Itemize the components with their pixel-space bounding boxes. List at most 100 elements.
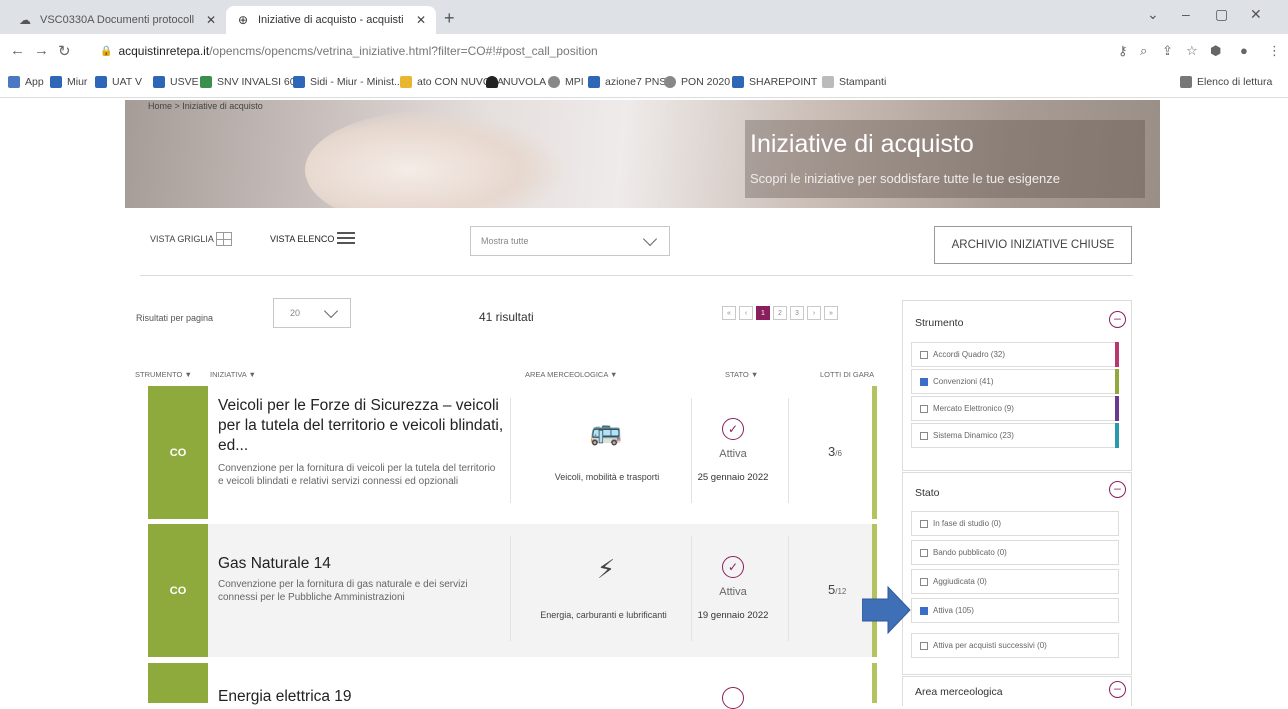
filter-in-fase-di-studio[interactable]: In fase di studio (0) (911, 511, 1119, 536)
hero-image (305, 110, 565, 208)
close-icon[interactable]: ✕ (416, 13, 426, 27)
reload-icon[interactable]: ↻ (58, 42, 71, 60)
filter-panel-area: Area merceologica – (902, 676, 1132, 706)
results-count: 41 risultati (479, 310, 534, 324)
browser-tab-bar: ☁ VSC0330A Documenti protocoll ✕ ⊕ Inizi… (0, 0, 1288, 34)
filter-bando-pubblicato[interactable]: Bando pubblicato (0) (911, 540, 1119, 565)
status-bar (872, 386, 877, 519)
table-row[interactable]: Energia elettrica 19 (148, 663, 877, 709)
filter-sistema-dinamico[interactable]: Sistema Dinamico (23) (911, 423, 1119, 448)
share-icon[interactable]: ⇪ (1162, 43, 1173, 59)
next-page-button[interactable]: › (807, 306, 821, 320)
apps-grid-icon (8, 76, 20, 88)
bookmark-uat[interactable]: UAT V (95, 76, 142, 88)
filter-label: Bando pubblicato (0) (933, 548, 1007, 557)
bookmark-miur[interactable]: Miur (50, 76, 87, 88)
minimize-button[interactable]: – (1182, 6, 1190, 22)
select-value: 20 (290, 308, 301, 318)
col-strumento[interactable]: STRUMENTO ▼ (135, 370, 192, 379)
bookmark-nuvola[interactable]: NUVOLA (486, 76, 546, 88)
checkbox[interactable] (920, 431, 928, 440)
collapse-icon[interactable]: – (1109, 311, 1126, 328)
results-per-page-select[interactable]: 20 (273, 298, 351, 328)
browser-tab-documenti[interactable]: ☁ VSC0330A Documenti protocoll ✕ (8, 6, 226, 34)
checkbox[interactable] (920, 404, 928, 413)
initiative-title[interactable]: Gas Naturale 14 (218, 554, 508, 574)
checkbox[interactable] (920, 519, 928, 528)
page-2-button[interactable]: 2 (773, 306, 787, 320)
filter-convenzioni[interactable]: Convenzioni (41) (911, 369, 1119, 394)
forward-icon[interactable]: → (34, 42, 49, 59)
bookmark-sidi[interactable]: Sidi - Miur - Minist... (293, 76, 403, 88)
filter-mercato-elettronico[interactable]: Mercato Elettronico (9) (911, 396, 1119, 421)
checkbox[interactable] (920, 548, 928, 557)
browser-tab-iniziative[interactable]: ⊕ Iniziative di acquisto - acquisti ✕ (226, 6, 436, 34)
filter-aggiudicata[interactable]: Aggiudicata (0) (911, 569, 1119, 594)
pylon-icon: ⚡ (596, 554, 616, 584)
key-icon[interactable]: ⚷ (1118, 43, 1128, 59)
reading-list[interactable]: Elenco di lettura (1180, 76, 1272, 88)
filter-attiva[interactable]: Attiva (105) (911, 598, 1119, 623)
bookmark-sharepoint[interactable]: SHAREPOINT (732, 76, 817, 88)
initiative-title[interactable]: Energia elettrica 19 (218, 687, 508, 707)
close-icon[interactable]: ✕ (206, 13, 216, 27)
menu-icon[interactable]: ⋮ (1268, 43, 1281, 59)
page-3-button[interactable]: 3 (790, 306, 804, 320)
view-list-toggle[interactable]: VISTA ELENCO (270, 232, 356, 246)
bookmark-app[interactable]: App (8, 76, 44, 88)
last-page-button[interactable]: » (824, 306, 838, 320)
breadcrumb[interactable]: Home > Iniziative di acquisto (148, 101, 263, 111)
initiative-desc: Convenzione per la fornitura di gas natu… (218, 579, 468, 603)
star-icon[interactable]: ☆ (1186, 43, 1198, 59)
show-filter-select[interactable]: Mostra tutte (470, 226, 670, 256)
initiative-title[interactable]: Veicoli per le Forze di Sicurezza – veic… (218, 396, 508, 456)
folder-icon (400, 76, 412, 88)
filter-accordi-quadro[interactable]: Accordi Quadro (32) (911, 342, 1119, 367)
col-iniziativa[interactable]: INIZIATIVA ▼ (210, 370, 256, 379)
select-value: Mostra tutte (481, 236, 529, 246)
zoom-icon[interactable]: ⌕ (1140, 43, 1147, 59)
col-area[interactable]: AREA MERCEOLOGICA ▼ (525, 370, 617, 379)
page-1-button[interactable]: 1 (756, 306, 770, 320)
checkbox[interactable] (920, 641, 928, 650)
bookmark-snv[interactable]: SNV INVALSI 600 (200, 76, 301, 88)
checkbox[interactable] (920, 577, 928, 586)
back-icon[interactable]: ← (10, 42, 25, 59)
prev-page-button[interactable]: ‹ (739, 306, 753, 320)
filter-attiva-acquisti-successivi[interactable]: Attiva per acquisti successivi (0) (911, 633, 1119, 658)
checkbox[interactable] (920, 350, 928, 359)
type-badge (148, 663, 208, 703)
bookmark-icon (588, 76, 600, 88)
bookmarks-bar: App Miur UAT V USVE SNV INVALSI 600 Sidi… (0, 68, 1288, 98)
bookmark-stampanti[interactable]: Stampanti (822, 76, 886, 88)
bookmark-label: Miur (67, 76, 88, 88)
first-page-button[interactable]: « (722, 306, 736, 320)
filter-label: Convenzioni (41) (933, 377, 994, 386)
area-label: Energia, carburanti e lubrificanti (540, 610, 667, 620)
col-stato[interactable]: STATO ▼ (725, 370, 758, 379)
divider (510, 536, 511, 641)
archive-button[interactable]: ARCHIVIO INIZIATIVE CHIUSE (934, 226, 1132, 264)
collapse-icon[interactable]: – (1109, 481, 1126, 498)
bookmark-pon[interactable]: PON 2020 (664, 76, 730, 88)
profile-avatar[interactable]: ● (1240, 43, 1248, 58)
url-input[interactable]: 🔒 acquistinretepa.it /opencms/opencms/ve… (92, 39, 1092, 63)
bookmark-label: MPI (565, 76, 584, 88)
checkbox[interactable] (920, 377, 928, 386)
table-row[interactable]: CO Veicoli per le Forze di Sicurezza – v… (148, 386, 877, 519)
bookmark-azione7[interactable]: azione7 PNSD (588, 76, 674, 88)
table-row[interactable]: CO Gas Naturale 14 Convenzione per la fo… (148, 524, 877, 657)
bookmark-mpi[interactable]: MPI (548, 76, 584, 88)
collapse-icon[interactable]: – (1109, 681, 1126, 698)
divider (788, 536, 789, 641)
checkbox[interactable] (920, 606, 928, 615)
tab-search-icon[interactable]: ⌄ (1147, 6, 1159, 23)
bookmark-label: Stampanti (839, 76, 887, 88)
bookmark-usve[interactable]: USVE (153, 76, 199, 88)
new-tab-button[interactable]: + (444, 8, 455, 29)
window-close-button[interactable]: ✕ (1250, 6, 1262, 23)
view-grid-toggle[interactable]: VISTA GRIGLIA (150, 232, 232, 246)
divider (140, 275, 1133, 276)
extension-icon[interactable]: ⬢ (1210, 43, 1221, 59)
maximize-button[interactable]: ▢ (1215, 6, 1228, 23)
